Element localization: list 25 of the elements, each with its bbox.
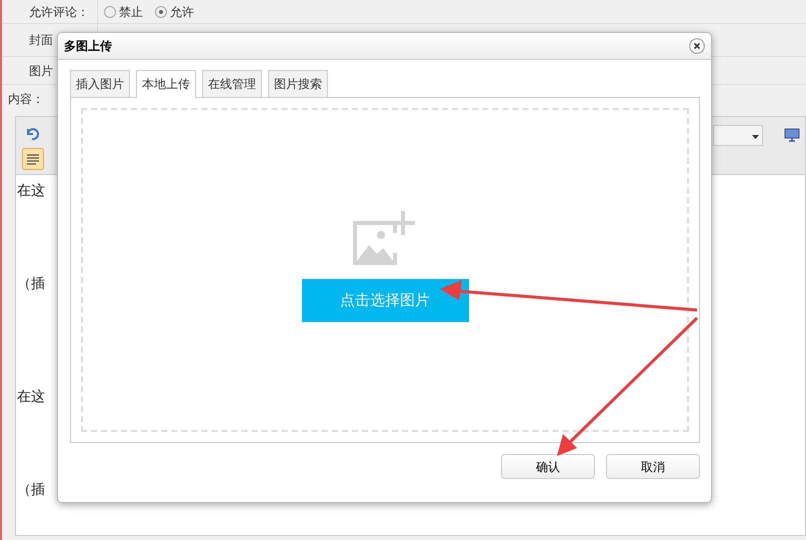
caret-icon xyxy=(752,135,759,139)
editor-text: 在这 xyxy=(17,182,45,201)
radio-button[interactable] xyxy=(104,6,116,18)
tab[interactable]: 在线管理 xyxy=(202,70,262,98)
tab[interactable]: 本地上传 xyxy=(136,70,196,98)
radio-button[interactable] xyxy=(155,6,167,18)
editor-text: （插 xyxy=(17,275,45,294)
editor-text: （插 xyxy=(17,481,45,500)
field-label: 封面 xyxy=(29,32,53,49)
cancel-button[interactable]: 取消 xyxy=(606,454,700,480)
radio-label: 禁止 xyxy=(119,4,143,20)
undo-icon[interactable] xyxy=(25,127,39,141)
close-icon[interactable] xyxy=(689,38,705,54)
field-label: 内容： xyxy=(8,90,44,108)
radio-label: 允许 xyxy=(170,4,194,20)
dialog-title: 多图上传 xyxy=(64,38,112,55)
confirm-button[interactable]: 确认 xyxy=(501,454,595,480)
monitor-icon[interactable] xyxy=(784,128,800,142)
image-add-icon xyxy=(353,210,417,267)
tab[interactable]: 插入图片 xyxy=(70,70,130,98)
field-label: 允许评论： xyxy=(29,4,89,20)
align-icon[interactable] xyxy=(22,148,44,170)
field-label: 图片 xyxy=(29,62,53,80)
tab[interactable]: 图片搜索 xyxy=(268,70,328,98)
editor-text: 在这 xyxy=(17,388,45,407)
